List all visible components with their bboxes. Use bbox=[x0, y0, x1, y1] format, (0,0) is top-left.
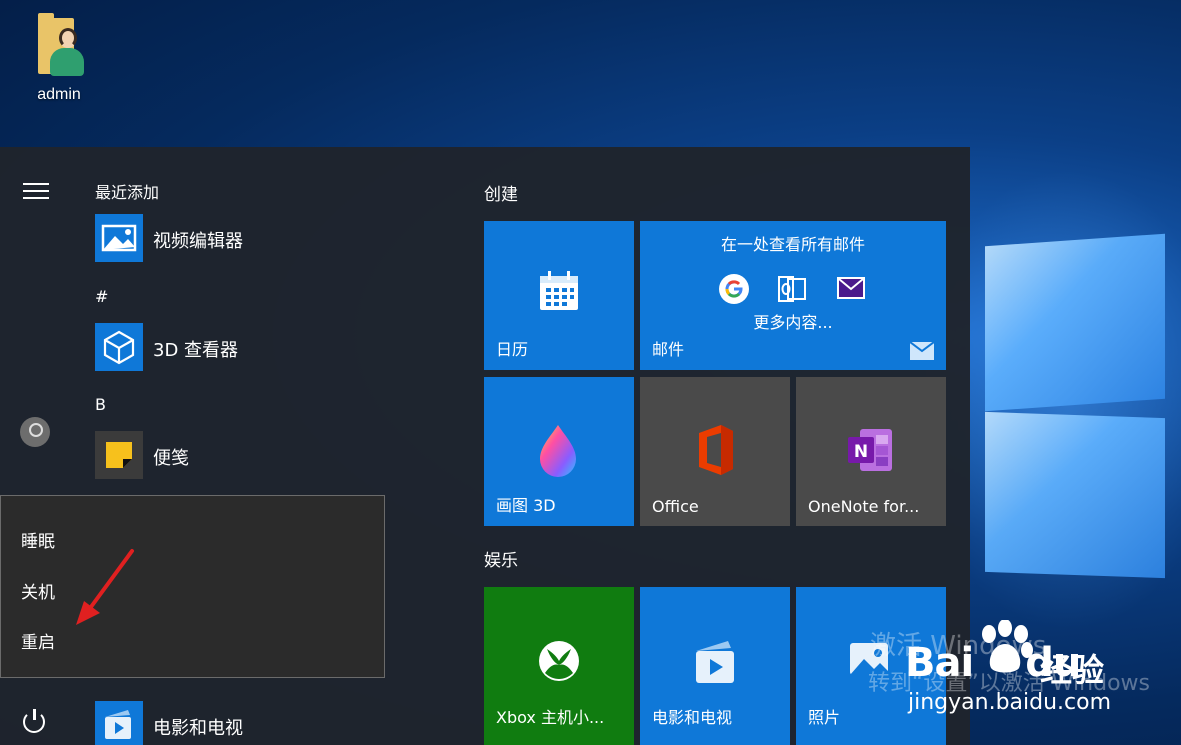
tile-calendar[interactable]: 日历 bbox=[484, 221, 634, 370]
wallpaper-windows-logo bbox=[975, 233, 1181, 580]
tile-movies[interactable]: 电影和电视 bbox=[640, 587, 790, 745]
power-icon[interactable] bbox=[23, 709, 47, 733]
tile-label: 照片 bbox=[808, 708, 841, 727]
mail-envelope-icon bbox=[837, 277, 865, 299]
app-sticky-notes[interactable]: 便笺 bbox=[95, 431, 455, 479]
app-name: 3D 查看器 bbox=[153, 340, 239, 361]
tile-label: 画图 3D bbox=[496, 496, 556, 515]
app-3d-viewer[interactable]: 3D 查看器 bbox=[95, 323, 455, 371]
google-icon bbox=[719, 274, 749, 304]
user-account-icon[interactable] bbox=[20, 417, 50, 447]
app-name: 电影和电视 bbox=[153, 718, 243, 739]
power-shutdown[interactable]: 关机 bbox=[21, 578, 55, 603]
svg-text:N: N bbox=[854, 442, 868, 462]
onenote-icon: N bbox=[848, 429, 892, 471]
annotation-arrow-icon bbox=[76, 549, 134, 625]
desktop-user-folder[interactable]: admin bbox=[22, 10, 96, 104]
xbox-icon bbox=[539, 641, 579, 681]
baidu-url-text: jingyan.baidu.com bbox=[908, 690, 1112, 715]
video-editor-icon bbox=[95, 214, 143, 262]
tile-label: 电影和电视 bbox=[652, 708, 733, 727]
section-recent: 最近添加 bbox=[95, 183, 160, 202]
outlook-icon bbox=[778, 276, 806, 302]
hamburger-menu-icon[interactable] bbox=[23, 183, 49, 199]
tile-label: 日历 bbox=[496, 340, 529, 359]
group-create-header: 创建 bbox=[484, 185, 518, 205]
tile-label: Xbox 主机小... bbox=[496, 708, 605, 727]
power-options-menu: 睡眠 关机 重启 bbox=[0, 495, 385, 678]
power-sleep[interactable]: 睡眠 bbox=[21, 527, 55, 552]
tile-label: 邮件 bbox=[652, 340, 685, 359]
desktop-icon-label: admin bbox=[37, 86, 81, 103]
3d-viewer-icon bbox=[95, 323, 143, 371]
section-b: B bbox=[95, 395, 106, 414]
tile-onenote[interactable]: N OneNote for... bbox=[796, 377, 946, 526]
mail-more-text: 更多内容... bbox=[753, 313, 833, 332]
paint3d-icon bbox=[540, 425, 576, 477]
tile-office[interactable]: Office bbox=[640, 377, 790, 526]
power-restart[interactable]: 重启 bbox=[21, 628, 55, 653]
mail-badge-icon bbox=[910, 342, 934, 360]
tile-mail[interactable]: 在一处查看所有邮件 更多内容... 邮件 bbox=[640, 221, 946, 370]
tile-xbox[interactable]: Xbox 主机小... bbox=[484, 587, 634, 745]
movies-tile-icon bbox=[696, 641, 734, 683]
movies-tv-icon bbox=[95, 701, 143, 745]
calendar-icon bbox=[540, 271, 578, 310]
group-entertainment-header: 娱乐 bbox=[484, 551, 518, 571]
baidu-jingyan-text: 经验 bbox=[1040, 651, 1105, 689]
app-name: 便笺 bbox=[153, 448, 189, 469]
tile-label: Office bbox=[652, 497, 699, 516]
tile-paint3d[interactable]: 画图 3D bbox=[484, 377, 634, 526]
sticky-notes-icon bbox=[95, 431, 143, 479]
app-movies-tv[interactable]: 电影和电视 bbox=[95, 701, 455, 745]
section-hash: # bbox=[95, 287, 109, 306]
app-video-editor[interactable]: 视频编辑器 bbox=[95, 214, 455, 262]
mail-promo-text: 在一处查看所有邮件 bbox=[720, 235, 865, 254]
tile-label: OneNote for... bbox=[808, 497, 920, 516]
user-folder-icon bbox=[32, 10, 86, 80]
office-icon bbox=[699, 425, 733, 475]
app-name: 视频编辑器 bbox=[153, 231, 243, 252]
